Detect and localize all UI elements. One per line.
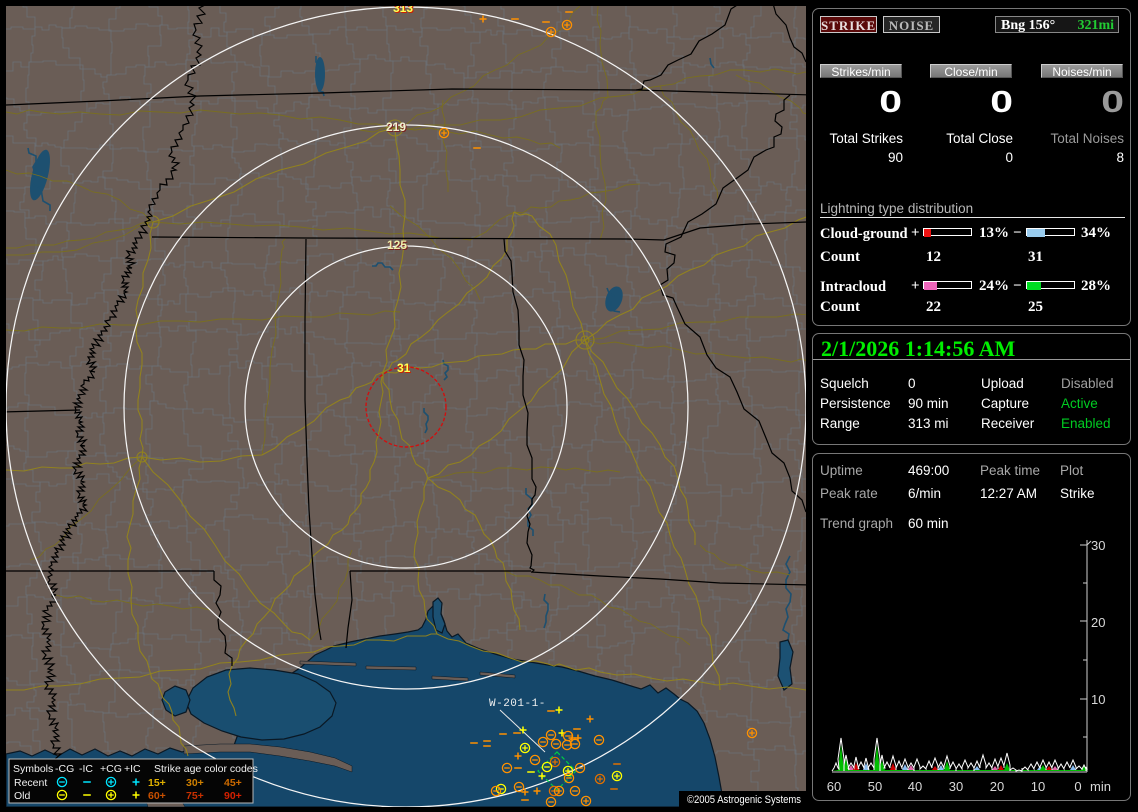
svg-text:313: 313	[393, 6, 413, 15]
svg-text:-CG: -CG	[55, 763, 74, 775]
svg-text:©2005 Astrogenic Systems: ©2005 Astrogenic Systems	[687, 794, 801, 806]
svg-text:45+: 45+	[224, 777, 242, 789]
svg-text:+CG: +CG	[100, 763, 122, 775]
svg-text:31: 31	[397, 361, 411, 375]
svg-text:-IC: -IC	[79, 763, 93, 775]
svg-text:Recent: Recent	[14, 777, 47, 789]
svg-text:125: 125	[387, 238, 407, 252]
svg-text:15+: 15+	[148, 777, 166, 789]
svg-text:Strike age color codes: Strike age color codes	[154, 763, 258, 775]
svg-text:60+: 60+	[148, 790, 166, 802]
svg-text:30+: 30+	[186, 777, 204, 789]
svg-text:W-201-1-: W-201-1-	[489, 698, 546, 710]
svg-text:75+: 75+	[186, 790, 204, 802]
svg-text:219: 219	[386, 120, 406, 134]
svg-text:+IC: +IC	[124, 763, 141, 775]
svg-text:Old: Old	[14, 790, 31, 802]
svg-text:90+: 90+	[224, 790, 242, 802]
svg-text:Symbols: Symbols	[13, 763, 53, 775]
